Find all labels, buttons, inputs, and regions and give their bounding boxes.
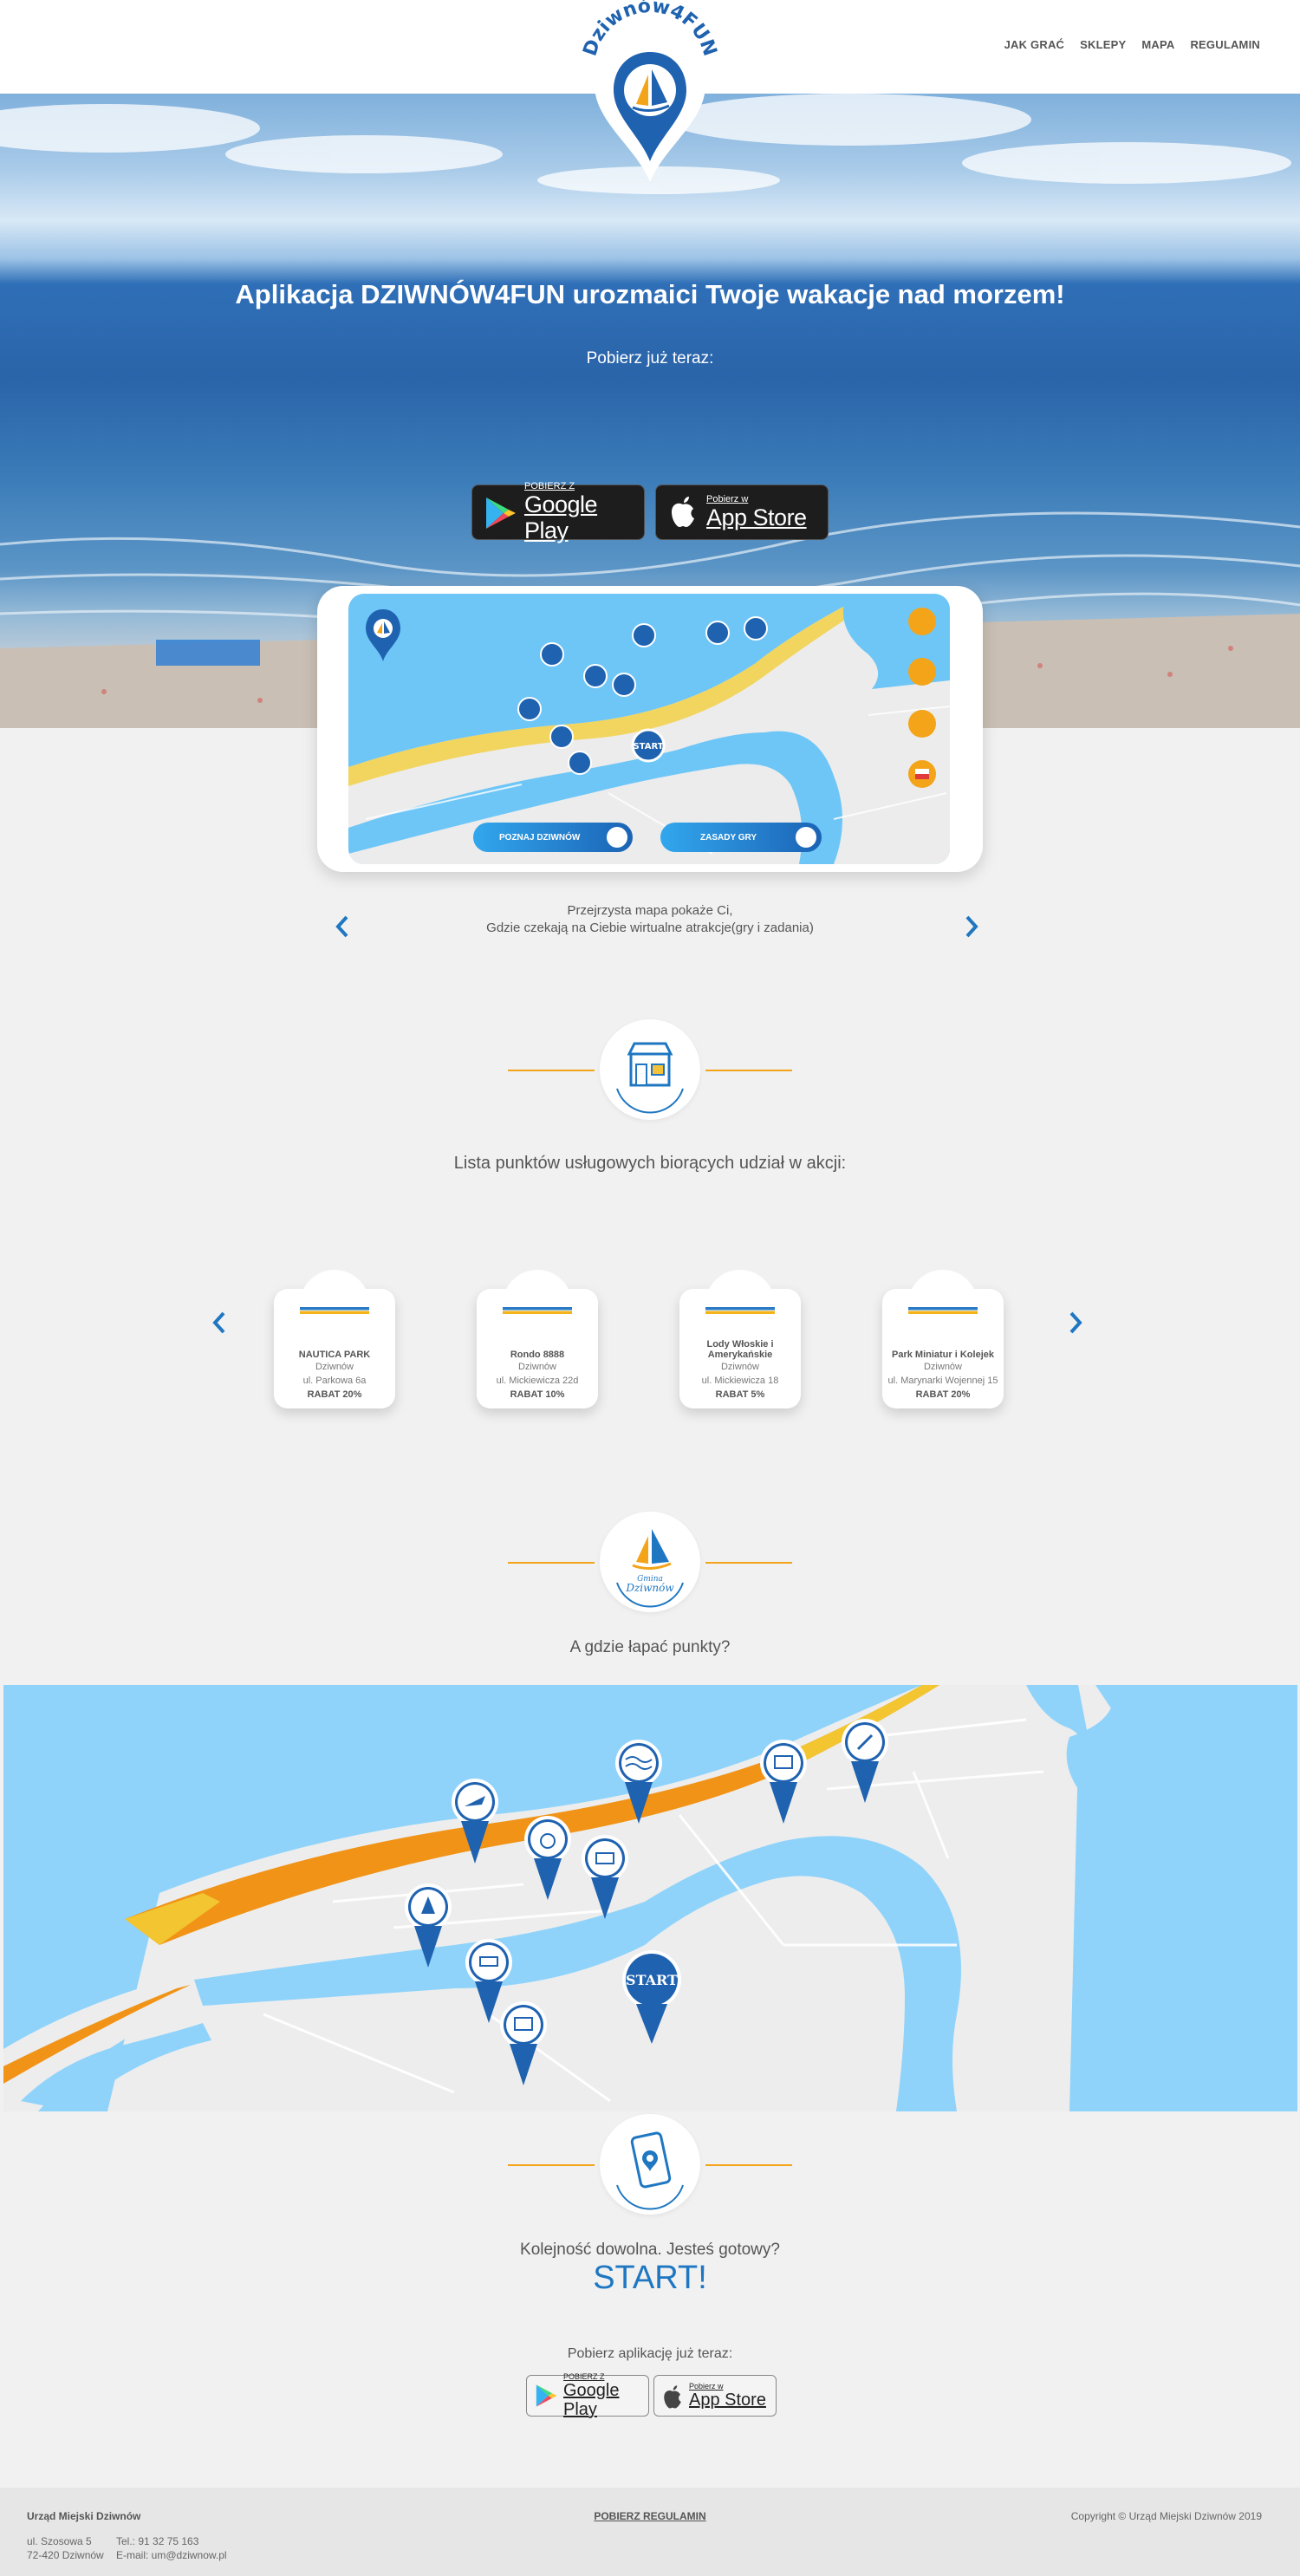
phone-screen[interactable]: START POZNAJ DZIWNÓW ZASADY GRY bbox=[348, 594, 950, 864]
gmina-dziwnow-badge: Gmina Dziwnów bbox=[600, 1512, 700, 1612]
shops-next-arrow-icon[interactable] bbox=[1066, 1310, 1085, 1336]
shop-city: Dziwnów bbox=[517, 1362, 556, 1372]
nav-how-to-play[interactable]: JAK GRAĆ bbox=[1004, 38, 1065, 51]
slider-caption-line2: Gdzie czekają na Ciebie wirtualne atrakc… bbox=[486, 920, 814, 935]
hero-title: Aplikacja DZIWNÓW4FUN urozmaici Twoje wa… bbox=[235, 279, 1065, 309]
shop-name: Rondo 8888 bbox=[510, 1350, 565, 1360]
shops-title: Lista punktów usługowych biorących udzia… bbox=[453, 1154, 847, 1173]
shop-discount: RABAT 5% bbox=[715, 1389, 765, 1400]
shops-prev-arrow-icon[interactable] bbox=[210, 1310, 229, 1336]
google-play-label: Google Play bbox=[563, 2381, 620, 2419]
app-store-label: App Store bbox=[689, 2391, 766, 2410]
shop-city: Dziwnów bbox=[315, 1362, 354, 1372]
badge-line2: Dziwnów bbox=[625, 1582, 674, 1594]
shop-section-badge bbox=[600, 1019, 700, 1120]
google-play-small-label: POBIERZ Z bbox=[524, 481, 575, 491]
main-nav: JAK GRAĆ SKLEPY MAPA REGULAMIN bbox=[1004, 38, 1260, 51]
slider-next-arrow-icon[interactable] bbox=[962, 914, 981, 940]
section-divider-right bbox=[705, 1070, 792, 1071]
shop-card[interactable]: Rondo 8888 Dziwnów ul. Mickiewicza 22d R… bbox=[477, 1270, 598, 1408]
nav-map[interactable]: MAPA bbox=[1141, 38, 1174, 51]
phone-map-illustration: START bbox=[348, 594, 950, 864]
ready-question: Kolejność dowolna. Jesteś gotowy? bbox=[520, 2241, 780, 2259]
shop-card-stripe bbox=[908, 1307, 978, 1314]
shop-address: ul. Mickiewicza 18 bbox=[701, 1376, 779, 1386]
brand-logo[interactable]: Dziwnów4FUN bbox=[575, 0, 725, 186]
section-divider-left bbox=[508, 1070, 595, 1071]
sailboat-logo-icon: Gmina Dziwnów bbox=[616, 1529, 684, 1608]
shop-name: Lody Włoskie i Amerykańskie bbox=[706, 1339, 774, 1360]
points-map[interactable]: START bbox=[3, 1685, 1297, 2111]
shop-card-stripe bbox=[300, 1307, 369, 1314]
google-play-button[interactable]: POBIERZ Z Google Play bbox=[471, 481, 645, 543]
footer-email[interactable]: E-mail: um@dziwnow.pl bbox=[116, 2548, 227, 2562]
footer-contact: Tel.: 91 32 75 163 E-mail: um@dziwnow.pl bbox=[116, 2534, 227, 2562]
game-rules-label: ZASADY GRY bbox=[700, 832, 757, 842]
section-divider-right bbox=[705, 2164, 792, 2166]
shop-discount: RABAT 20% bbox=[915, 1389, 971, 1400]
shop-card[interactable]: NAUTICA PARK Dziwnów ul. Parkowa 6a RABA… bbox=[274, 1270, 395, 1408]
google-play-icon bbox=[536, 2384, 557, 2407]
points-map-illustration: START bbox=[3, 1685, 1297, 2111]
site-footer: Urząd Miejski Dziwnów ul. Szosowa 5 72-4… bbox=[0, 2488, 1300, 2576]
footer-copyright: Copyright © Urząd Miejski Dziwnów 2019 bbox=[1070, 2510, 1262, 2522]
shop-name: NAUTICA PARK bbox=[298, 1350, 371, 1360]
shop-address: ul. Parkowa 6a bbox=[302, 1376, 367, 1386]
slider-caption: Przejrzysta mapa pokaże Ci, Gdzie czekaj… bbox=[0, 902, 1300, 937]
app-store-button[interactable]: Pobierz w App Store bbox=[655, 485, 829, 540]
smartphone-icon bbox=[616, 2131, 684, 2210]
shop-card-stripe bbox=[705, 1307, 775, 1314]
footer-phone: Tel.: 91 32 75 163 bbox=[116, 2535, 199, 2547]
app-store-label: App Store bbox=[706, 504, 807, 530]
section-divider-left bbox=[508, 1562, 595, 1564]
shop-address: ul. Marynarki Wojennej 15 bbox=[887, 1376, 998, 1386]
document-icon bbox=[796, 827, 816, 848]
shop-city: Dziwnów bbox=[923, 1362, 962, 1372]
section-divider-right bbox=[705, 1562, 792, 1564]
points-title: A gdzie łapać punkty? bbox=[569, 1638, 731, 1656]
game-rules-button[interactable]: ZASADY GRY bbox=[660, 823, 822, 852]
footer-street: ul. Szosowa 5 bbox=[27, 2535, 92, 2547]
explore-dziwnow-button[interactable]: POZNAJ DZIWNÓW bbox=[473, 823, 633, 852]
explore-dziwnow-label: POZNAJ DZIWNÓW bbox=[499, 832, 581, 842]
google-play-label: Google Play bbox=[524, 491, 598, 543]
footer-postal: 72-420 Dziwnów bbox=[27, 2549, 104, 2561]
phone-start-pin: START bbox=[633, 742, 663, 751]
shop-card-stripe bbox=[503, 1307, 572, 1314]
app-store-button-small[interactable]: Pobierz w App Store bbox=[653, 2375, 777, 2417]
shop-discount: RABAT 10% bbox=[510, 1389, 565, 1400]
map-start-pin: START bbox=[626, 1972, 678, 1988]
apple-icon bbox=[664, 2385, 681, 2409]
shop-city: Dziwnów bbox=[720, 1362, 759, 1372]
phone-app-badge bbox=[600, 2114, 700, 2215]
google-play-button-small[interactable]: POBIERZ Z Google Play bbox=[526, 2372, 649, 2419]
apple-icon bbox=[672, 497, 694, 527]
hero-subtitle: Pobierz już teraz: bbox=[586, 349, 714, 368]
app-store-small-label: Pobierz w bbox=[689, 2382, 724, 2391]
download-prompt: Pobierz aplikację już teraz: bbox=[567, 2346, 733, 2361]
shop-icon bbox=[616, 1042, 684, 1114]
footer-address: ul. Szosowa 5 72-420 Dziwnów bbox=[27, 2534, 104, 2562]
app-store-small-label: Pobierz w bbox=[706, 494, 749, 504]
shop-discount: RABAT 20% bbox=[307, 1389, 362, 1400]
shop-card[interactable]: Park Miniatur i Kolejek Dziwnów ul. Mary… bbox=[882, 1270, 1004, 1408]
slider-caption-line1: Przejrzysta mapa pokaże Ci, bbox=[567, 903, 733, 918]
shop-address: ul. Mickiewicza 22d bbox=[496, 1376, 579, 1386]
section-divider-left bbox=[508, 2164, 595, 2166]
shop-name: Park Miniatur i Kolejek bbox=[892, 1350, 994, 1360]
google-play-small-label: POBIERZ Z bbox=[563, 2372, 605, 2381]
shop-card[interactable]: Lody Włoskie i Amerykańskie Dziwnów ul. … bbox=[679, 1270, 801, 1408]
nav-shops[interactable]: SKLEPY bbox=[1080, 38, 1126, 51]
nav-regulations[interactable]: REGULAMIN bbox=[1190, 38, 1260, 51]
google-play-icon bbox=[486, 498, 516, 529]
phone-mockup: START POZNAJ DZIWNÓW ZASADY GRY bbox=[317, 586, 983, 872]
start-heading: START! bbox=[593, 2260, 707, 2296]
map-icon bbox=[607, 827, 627, 848]
